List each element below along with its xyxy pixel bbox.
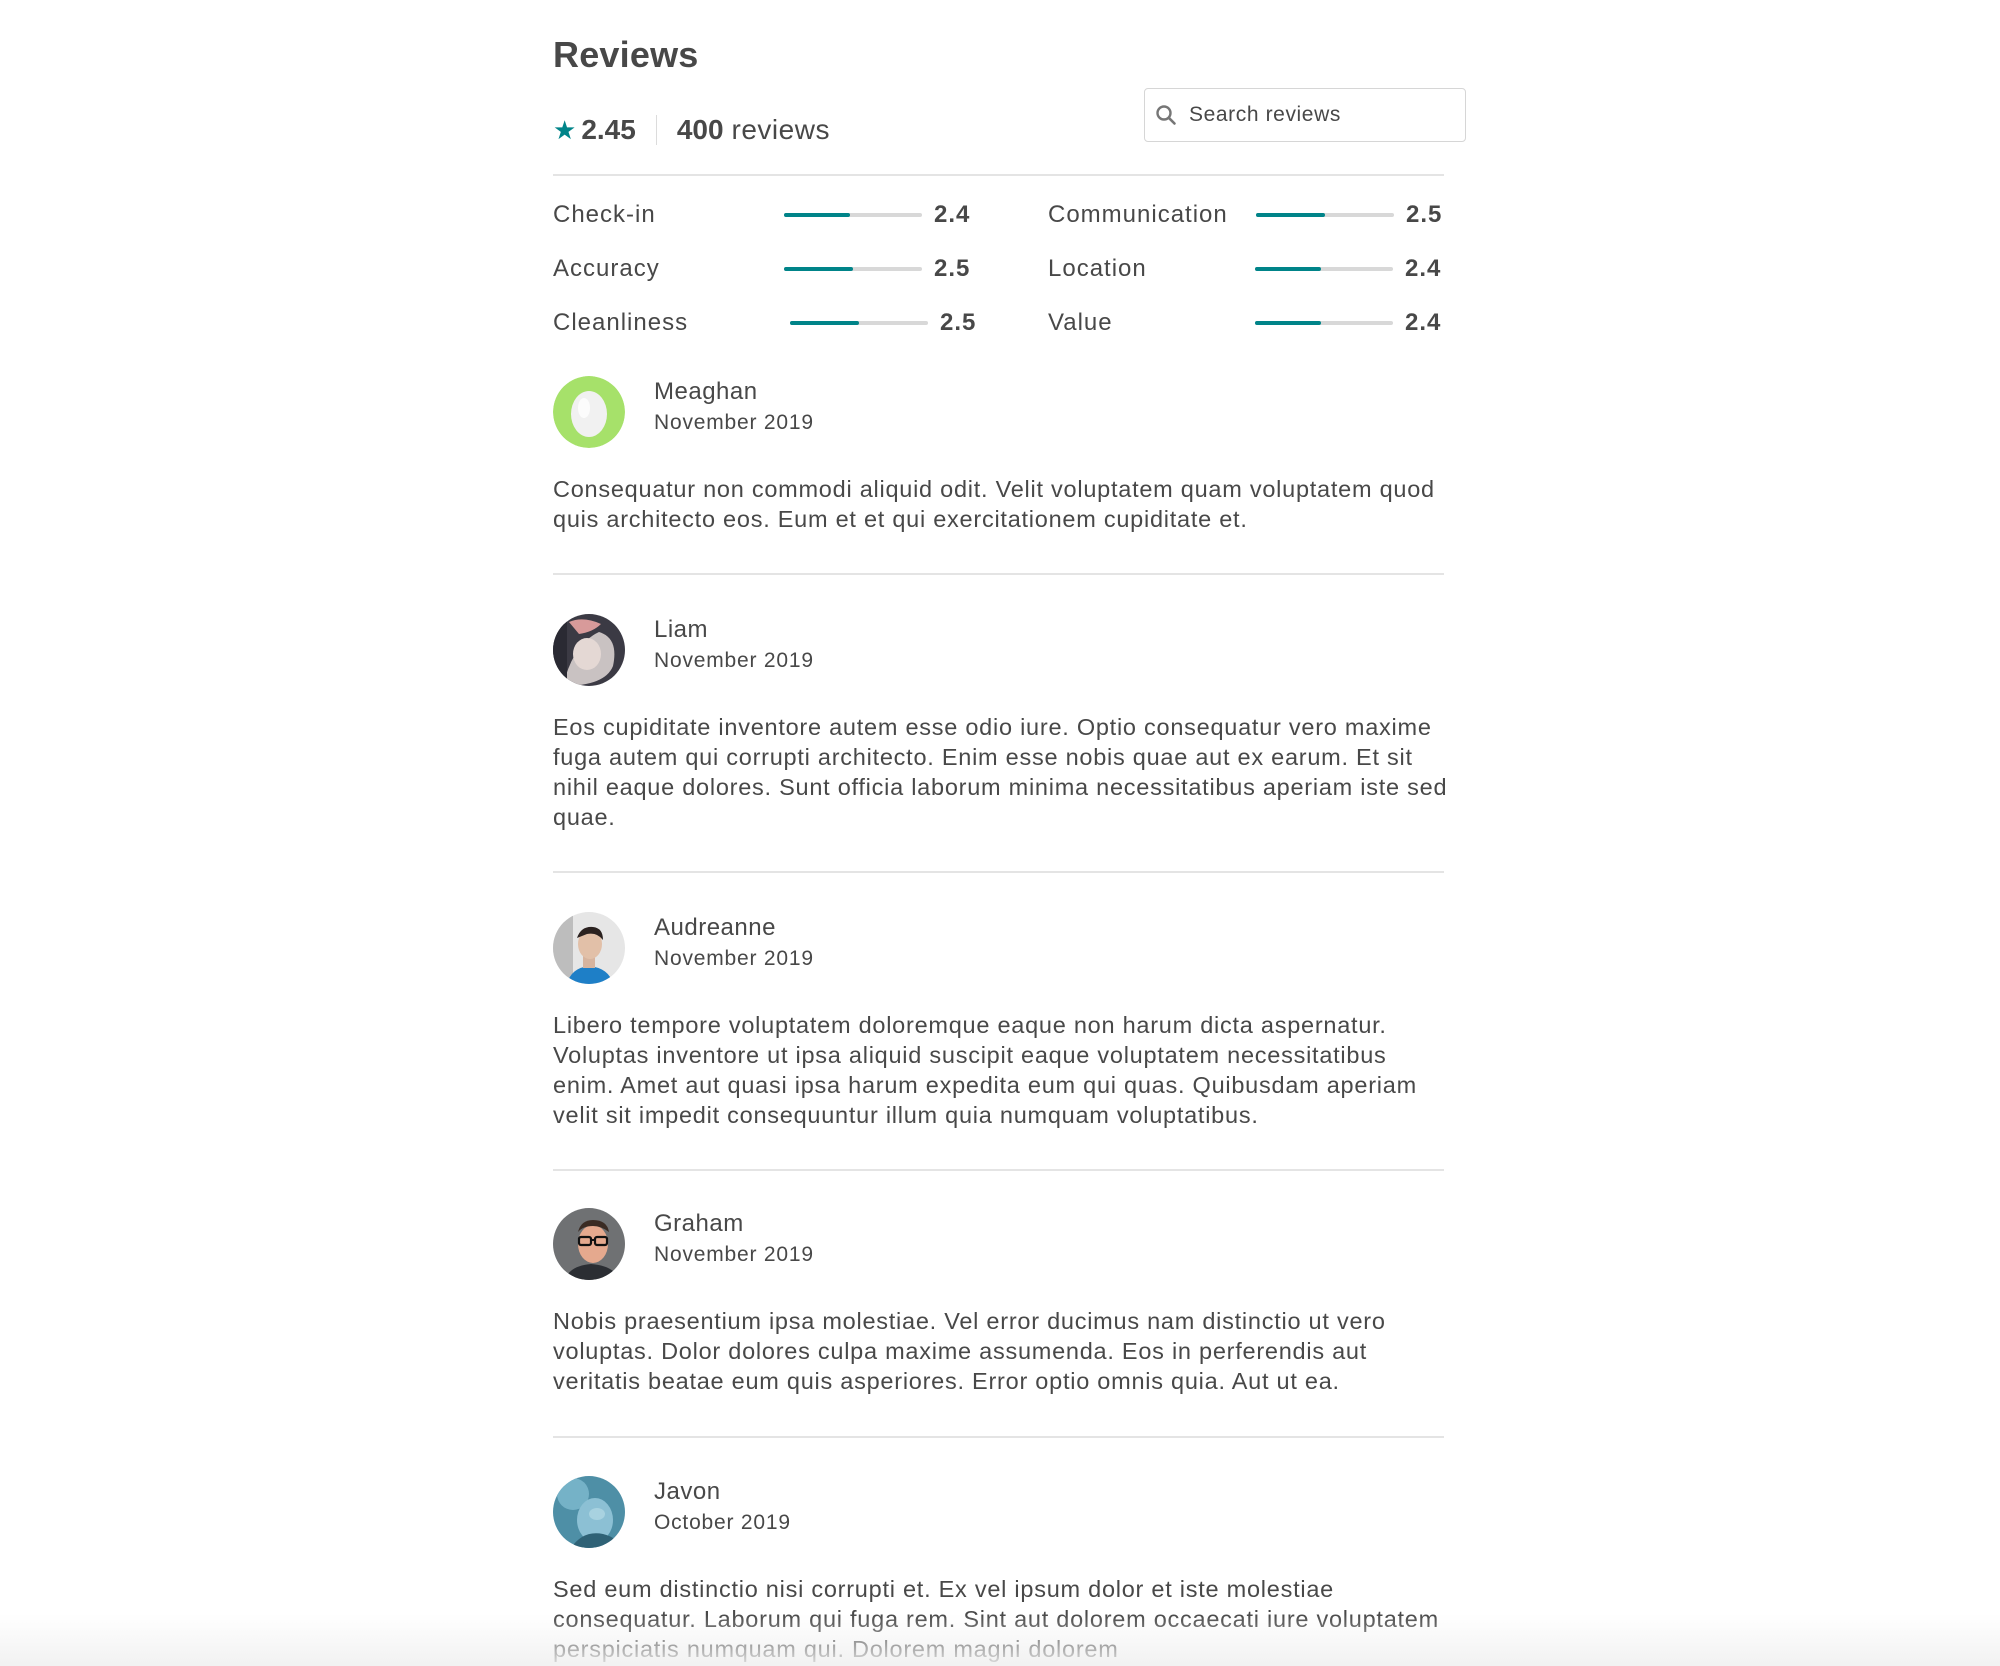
rating-bar-fill	[784, 267, 853, 271]
rating-bar-fill	[784, 213, 851, 217]
review-date: November 2019	[654, 649, 814, 672]
rating-bar	[790, 321, 928, 325]
avatar[interactable]	[553, 1208, 625, 1280]
review-text: Libero tempore voluptatem doloremque eaq…	[553, 1012, 1417, 1128]
review-date: October 2019	[654, 1511, 791, 1534]
review-date: November 2019	[654, 411, 814, 434]
category-label: Cleanliness	[553, 309, 689, 336]
reviewer-name: Meaghan	[654, 378, 758, 405]
divider	[553, 1169, 1444, 1171]
review-text: Consequatur non commodi aliquid odit. Ve…	[553, 476, 1435, 532]
reviewer-name: Graham	[654, 1210, 744, 1237]
summary-divider	[655, 115, 657, 145]
divider	[553, 1436, 1444, 1438]
category-checkin: Check-in 2.4	[553, 200, 973, 230]
review-date: November 2019	[654, 947, 814, 970]
review-count: 400	[676, 114, 724, 145]
category-label: Check-in	[553, 201, 656, 228]
category-accuracy: Accuracy 2.5	[553, 254, 973, 284]
rating-bar-fill	[1256, 213, 1325, 217]
scroll-fade	[0, 1614, 2000, 1666]
page-title: Reviews	[553, 34, 699, 75]
category-score: 2.4	[1405, 255, 1442, 282]
avatar[interactable]	[553, 614, 625, 686]
category-value: Value 2.4	[1048, 308, 1444, 338]
search-input[interactable]	[1187, 102, 1451, 128]
category-score: 2.4	[934, 201, 971, 228]
avatar[interactable]	[553, 912, 625, 984]
divider	[553, 174, 1444, 176]
rating-bar	[1255, 267, 1393, 271]
rating-bar-fill	[790, 321, 859, 325]
avatar[interactable]	[553, 376, 625, 448]
category-score: 2.5	[940, 309, 977, 336]
category-label: Accuracy	[553, 255, 660, 282]
category-label: Communication	[1048, 201, 1228, 228]
category-score: 2.5	[934, 255, 971, 282]
photo-avatar	[553, 1476, 625, 1548]
rating-bar	[1255, 321, 1393, 325]
category-communication: Communication 2.5	[1048, 200, 1444, 230]
photo-avatar	[553, 912, 625, 984]
category-location: Location 2.4	[1048, 254, 1444, 284]
photo-avatar	[553, 614, 625, 686]
star-icon: ★	[553, 115, 577, 145]
category-score: 2.4	[1405, 309, 1442, 336]
review-text: Nobis praesentium ipsa molestiae. Vel er…	[553, 1308, 1386, 1394]
rating-bar-fill	[1255, 321, 1322, 325]
rating-bar-fill	[1255, 267, 1322, 271]
search-box[interactable]	[1144, 88, 1466, 142]
divider	[553, 573, 1444, 575]
photo-avatar	[553, 1208, 625, 1280]
avatar[interactable]	[553, 1476, 625, 1548]
category-cleanliness: Cleanliness 2.5	[553, 308, 977, 338]
reviewer-name: Audreanne	[654, 914, 776, 941]
review-count-label: reviews	[731, 114, 830, 145]
category-label: Value	[1048, 309, 1113, 336]
category-label: Location	[1048, 255, 1147, 282]
search-icon	[1156, 105, 1176, 125]
review-text: Eos cupiditate inventore autem esse odio…	[553, 714, 1448, 830]
reviewer-name: Liam	[654, 616, 709, 643]
rating-bar	[784, 213, 922, 217]
rating-summary: ★ 2.45 400 reviews	[553, 110, 830, 150]
category-score: 2.5	[1406, 201, 1443, 228]
divider	[553, 871, 1444, 873]
overall-rating: 2.45	[581, 114, 636, 145]
rating-bar	[784, 267, 922, 271]
reviewer-name: Javon	[654, 1478, 721, 1505]
rating-bar	[1256, 213, 1394, 217]
egg-placeholder-avatar	[553, 376, 625, 448]
review-date: November 2019	[654, 1243, 814, 1266]
